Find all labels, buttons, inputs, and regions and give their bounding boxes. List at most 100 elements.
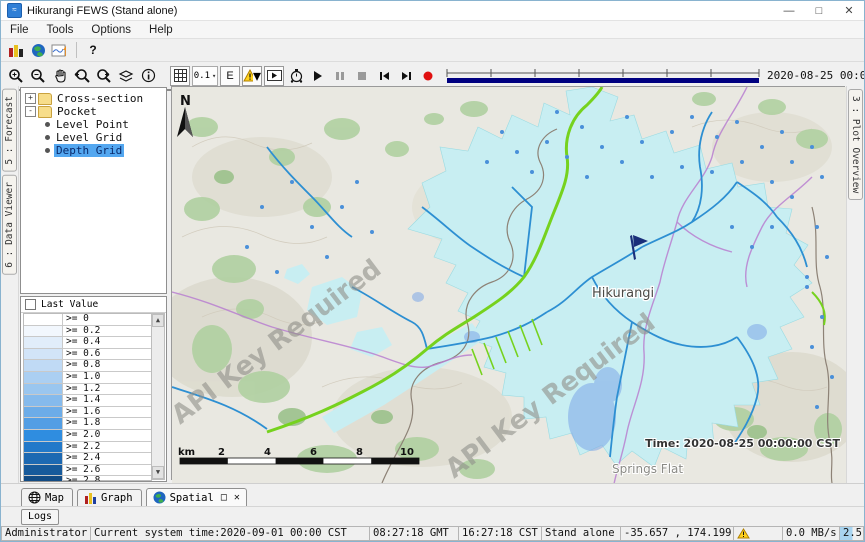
status-system-time: Current system time:2020-09-01 00:00 CST (90, 526, 369, 541)
map-display-button[interactable] (28, 40, 48, 60)
classification-dropdown[interactable]: 0.1 ▾ (192, 66, 218, 86)
minimize-button[interactable]: — (774, 2, 804, 20)
legend-label: >= 0.8 (63, 360, 100, 371)
scale-tick: 6 (310, 447, 317, 458)
status-warning-cell[interactable] (733, 526, 782, 541)
zoom-previous-icon (74, 68, 91, 84)
zoom-next-button[interactable] (94, 66, 114, 86)
chevron-down-icon: ▾ (253, 66, 261, 86)
tab-data-viewer[interactable]: 6 : Data Viewer (2, 175, 17, 275)
collapse-icon[interactable]: - (25, 106, 36, 117)
help-button[interactable]: ? (83, 40, 103, 60)
zoom-in-button[interactable] (6, 66, 26, 86)
menu-help[interactable]: Help (140, 24, 182, 36)
zoom-out-button[interactable] (28, 66, 48, 86)
legend-icon: E (226, 70, 233, 82)
left-panel: + Cross-section - Pocket Level Point Lev… (18, 86, 169, 484)
warnings-dropdown[interactable]: ▾ (242, 66, 262, 86)
legend-label: >= 0.6 (63, 349, 100, 360)
pan-button[interactable] (50, 66, 70, 86)
last-value-row: Last Value (21, 297, 166, 313)
scroll-down-icon[interactable]: ▼ (152, 466, 164, 479)
bullet-icon (45, 122, 50, 127)
legend-list: >= 0 >= 0.2 >= 0.4 >= 0.6 >= 0.8 >= 1.0 … (23, 313, 152, 481)
animation-settings-button[interactable] (286, 66, 306, 86)
legend-swatch (24, 384, 63, 395)
tree-label: Level Grid (54, 131, 124, 144)
stop-button[interactable] (352, 66, 372, 86)
folder-icon (38, 93, 52, 105)
scale-tick: 4 (264, 447, 271, 458)
tab-spatial[interactable]: Spatial □ ✕ (146, 488, 247, 507)
scroll-up-icon[interactable]: ▲ (152, 314, 164, 327)
database-explorer-button[interactable] (6, 40, 26, 60)
panel-float-button[interactable]: □ (221, 492, 227, 503)
tree-item-cross-section[interactable]: + Cross-section (21, 92, 166, 105)
expander-icon[interactable]: + (25, 93, 36, 104)
north-label: N (180, 94, 191, 109)
last-value-label: Last Value (41, 299, 98, 310)
legend-row: >= 2.0 (24, 430, 151, 442)
legend-toggle-button[interactable]: E (220, 66, 240, 86)
tab-forecast[interactable]: 5 : Forecast (2, 89, 17, 172)
legend-swatch (24, 314, 63, 325)
main-toolbar: ? (1, 39, 864, 62)
tab-graph[interactable]: Graph (77, 489, 142, 507)
animation-dialog-button[interactable] (264, 66, 284, 86)
legend-swatch (24, 360, 63, 371)
scale-tick: 2 (218, 447, 225, 458)
logs-button[interactable]: Logs (21, 509, 59, 525)
time-slider[interactable] (445, 68, 761, 84)
close-button[interactable]: ✕ (834, 2, 864, 20)
legend-row: >= 2.4 (24, 453, 151, 465)
pause-button[interactable] (330, 66, 350, 86)
legend-row: >= 2.8 (24, 476, 151, 482)
step-forward-button[interactable] (396, 66, 416, 86)
tree-item-depth-grid[interactable]: Depth Grid (21, 144, 166, 157)
legend-swatch (24, 326, 63, 337)
tree-item-level-grid[interactable]: Level Grid (21, 131, 166, 144)
bullet-icon (45, 148, 50, 153)
movie-icon (267, 70, 282, 81)
menu-bar: File Tools Options Help (1, 21, 864, 39)
step-back-button[interactable] (374, 66, 394, 86)
stopwatch-icon (289, 68, 304, 83)
legend-label: >= 0.4 (63, 337, 100, 348)
panel-close-button[interactable]: ✕ (234, 492, 240, 503)
tree-label: Cross-section (55, 92, 145, 105)
tab-plot-overview[interactable]: 3 : Plot Overview (848, 89, 863, 200)
map-canvas[interactable]: API Key Required API Key Required N km 2… (172, 87, 848, 484)
grid-toggle-button[interactable] (170, 66, 190, 86)
locality-label: Springs Flat (612, 462, 683, 476)
last-value-checkbox[interactable] (25, 299, 36, 310)
app-icon: ≈ (7, 3, 22, 18)
info-button[interactable] (138, 66, 158, 86)
tab-graph-label: Graph (101, 492, 133, 504)
tab-map[interactable]: Map (21, 488, 73, 507)
globe-icon (31, 43, 46, 58)
zoom-previous-button[interactable] (72, 66, 92, 86)
classification-value: 0.1 (194, 71, 210, 81)
legend-row: >= 1.0 (24, 372, 151, 384)
maximize-button[interactable]: □ (804, 2, 834, 20)
timeseries-dialog-button[interactable] (50, 40, 70, 60)
warning-icon (737, 528, 750, 539)
grid-icon (174, 69, 187, 82)
play-button[interactable] (308, 66, 328, 86)
record-button[interactable] (418, 66, 438, 86)
town-label: Hikurangi (592, 286, 654, 301)
bottom-tab-bar: Map Graph Spatial □ ✕ (1, 483, 864, 507)
logs-row: Logs (1, 506, 864, 526)
legend-label: >= 2.6 (63, 465, 100, 476)
menu-options[interactable]: Options (82, 24, 140, 36)
menu-file[interactable]: File (1, 24, 38, 36)
tree-item-pocket[interactable]: - Pocket (21, 105, 166, 118)
map-view[interactable]: API Key Required API Key Required N km 2… (171, 86, 845, 480)
layers-button[interactable] (116, 66, 136, 86)
menu-tools[interactable]: Tools (38, 24, 83, 36)
legend-scrollbar[interactable]: ▲ ▼ (151, 313, 165, 480)
legend-swatch (24, 453, 63, 464)
scale-tick: 8 (356, 447, 363, 458)
warning-icon (243, 69, 253, 82)
tree-item-level-point[interactable]: Level Point (21, 118, 166, 131)
